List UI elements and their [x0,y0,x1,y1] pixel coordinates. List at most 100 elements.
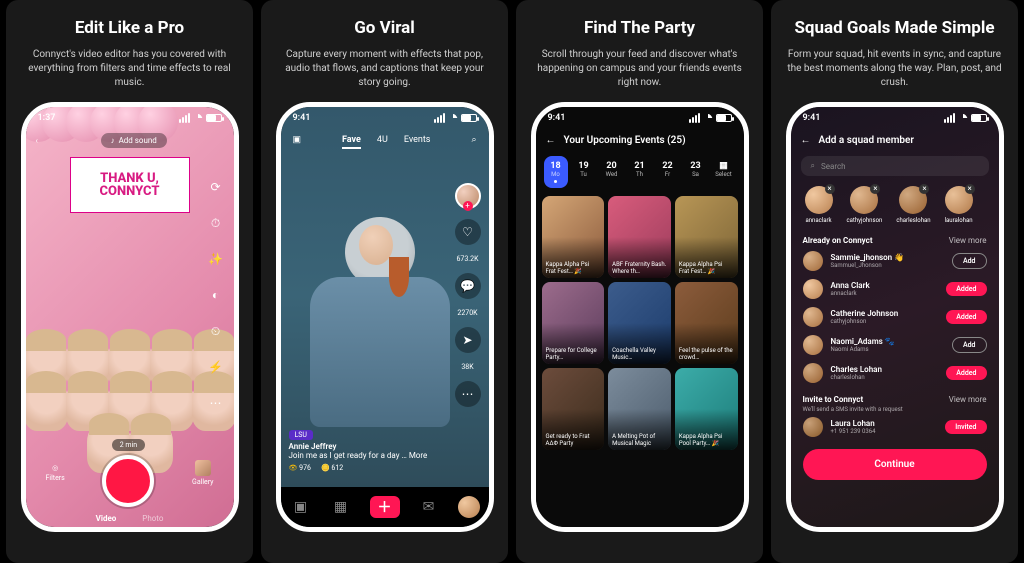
gallery-button[interactable]: Gallery [192,460,213,486]
event-card[interactable]: Feel the pulse of the crowd… [675,282,738,364]
more-icon[interactable]: ⋯ [455,381,481,407]
search-icon[interactable]: ⌕ [471,135,476,145]
tab-video[interactable]: Video [96,514,117,523]
added-button[interactable]: Added [946,282,986,296]
add-sound-button[interactable]: ♪ Add sound [101,133,167,148]
status-time: 1:37 [38,113,56,123]
event-card[interactable]: Kappa Alpha Psi Frat Fest… 🎉 [542,196,605,278]
nav-inbox-icon[interactable]: ✉ [418,496,440,518]
like-count: 673.2K [457,255,479,263]
speed-icon[interactable]: ⏱ [206,213,226,233]
tab-fave[interactable]: Fave [342,135,361,145]
day-18[interactable]: 18Mo [544,156,568,188]
tab-photo[interactable]: Photo [142,514,163,523]
like-button[interactable]: ♡ [455,219,481,245]
phone-mockup: 9:41 ▣ Fave 4U Events ⌕ ♡ 673.2K � [276,102,494,532]
day-selector: 18Mo 19Tu 20Wed 21Th 22Fr 23Sa ▦Select [536,152,744,192]
panel-find-the-party: Find The Party Scroll through your feed … [516,0,763,563]
panel-title: Edit Like a Pro [75,18,184,38]
search-input[interactable]: ⌕ Search [801,156,989,176]
add-button[interactable]: Add [952,337,987,353]
more-icon[interactable]: ⋯ [206,393,226,413]
view-more-link[interactable]: View more [949,236,987,245]
back-icon[interactable]: ← [801,135,811,146]
nav-feed-icon[interactable]: ▣ [290,496,312,518]
school-badge[interactable]: LSU [289,430,313,440]
avatar[interactable] [803,363,823,383]
day-23[interactable]: 23Sa [684,156,708,188]
flash-icon[interactable]: ⚡ [206,357,226,377]
nav-events-icon[interactable]: ▦ [330,496,352,518]
event-card[interactable]: Coachella Valley Music… [608,282,671,364]
record-button[interactable] [102,455,154,507]
day-21[interactable]: 21Th [628,156,652,188]
nav-profile-icon[interactable] [458,496,480,518]
creator-avatar[interactable] [455,183,481,209]
event-card[interactable]: Kappa Alpha Psi Frat Fest… 🎉 [675,196,738,278]
day-22[interactable]: 22Fr [656,156,680,188]
wifi-icon [193,114,203,122]
avatar[interactable] [803,307,823,327]
share-button[interactable]: ➤ [455,327,481,353]
back-icon[interactable]: ‹ [36,136,38,145]
status-bar: 9:41 [791,107,999,129]
status-bar: 9:41 [281,107,489,129]
panel-desc: Scroll through your feed and discover wh… [526,48,753,90]
added-button[interactable]: Added [946,366,986,380]
filter-icon[interactable]: ◐ [206,285,226,305]
filters-button[interactable]: ◎Filters [46,464,65,482]
avatar[interactable] [803,417,823,437]
battery-icon [461,114,477,122]
avatar[interactable] [803,335,823,355]
event-card[interactable]: Get ready to Frat AΔΦ Party [542,368,605,450]
selected-member[interactable]: annaclark [805,186,833,224]
panel-desc: Connyct's video editor has you covered w… [16,48,243,90]
contact-row: Anna ClarkannaclarkAdded [791,275,999,303]
day-select[interactable]: ▦Select [712,156,736,188]
back-icon[interactable]: ← [546,135,556,146]
selected-member[interactable]: lauralohan [945,186,973,224]
coins-count: 🪙 612 [321,464,343,472]
author-name[interactable]: Annie Jeffrey [289,442,481,451]
wifi-icon [958,114,968,122]
live-icon[interactable]: ▣ [293,135,302,145]
section-heading: Already on Connyct [803,236,873,245]
nav-create-button[interactable]: ＋ [370,496,400,518]
selected-member[interactable]: charleslohan [896,186,930,224]
view-more-link[interactable]: View more [949,395,987,404]
avatar[interactable] [803,251,823,271]
tab-events[interactable]: Events [404,135,431,145]
wifi-icon [448,114,458,122]
panel-title: Squad Goals Made Simple [794,18,994,38]
status-bar: 9:41 [536,107,744,129]
selected-member[interactable]: cathyjohnson [847,186,883,224]
battery-icon [971,114,987,122]
panel-title: Go Viral [354,18,415,38]
day-20[interactable]: 20Wed [600,156,624,188]
invited-button[interactable]: Invited [945,420,986,434]
panel-edit-like-a-pro: Edit Like a Pro Connyct's video editor h… [6,0,253,563]
comment-button[interactable]: 💬 [455,273,481,299]
timer-icon[interactable]: ⏲ [206,321,226,341]
tab-4u[interactable]: 4U [377,135,388,145]
video-caption: Join me as I get ready for a day … More [289,451,481,460]
event-card[interactable]: Kappa Alpha Psi Pool Party… 🎉 [675,368,738,450]
duration-pill[interactable]: 2 min [112,439,145,451]
page-title: Add a squad member [819,135,915,146]
day-19[interactable]: 19Tu [572,156,596,188]
added-button[interactable]: Added [946,310,986,324]
event-card[interactable]: A Melting Pot of Musical Magic [608,368,671,450]
beauty-icon[interactable]: ✨ [206,249,226,269]
status-time: 9:41 [803,113,821,123]
avatar[interactable] [803,279,823,299]
wifi-icon [703,114,713,122]
phone-mockup: 9:41 ← Your Upcoming Events (25) 18Mo 19… [531,102,749,532]
add-button[interactable]: Add [952,253,987,269]
continue-button[interactable]: Continue [803,449,987,480]
event-card[interactable]: ABF Fraternity Bash. Where th… [608,196,671,278]
signal-icon [689,113,700,123]
event-card[interactable]: Prepare for College Party… [542,282,605,364]
flip-icon[interactable]: ⟳ [206,177,226,197]
search-icon: ⌕ [811,161,815,171]
bottom-nav: ▣ ▦ ＋ ✉ [281,487,489,527]
